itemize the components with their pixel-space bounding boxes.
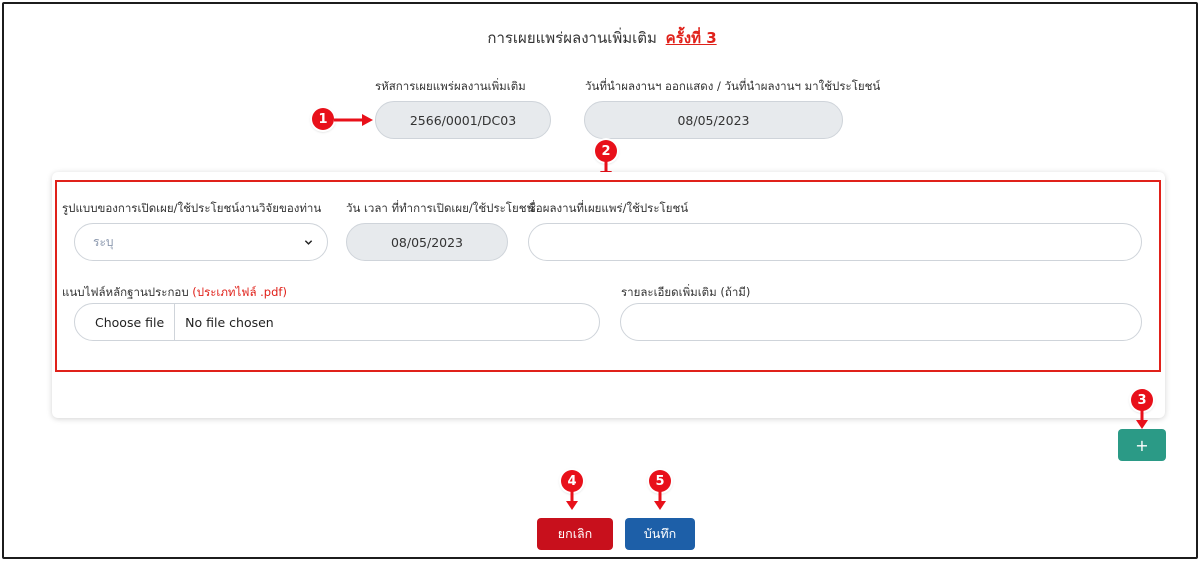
callout-3-arrow-icon (1136, 410, 1148, 429)
add-row-button[interactable]: + (1118, 429, 1166, 461)
details-input[interactable] (620, 303, 1142, 341)
chevron-down-icon (304, 239, 313, 245)
format-select-value: ระบุ (93, 234, 114, 249)
date-label: วันที่นำผลงานฯ ออกแสดง / วันที่นำผลงานฯ … (585, 79, 881, 93)
format-label: รูปแบบของการเปิดเผย/ใช้ประโยชน์งานวิจัยข… (62, 201, 322, 215)
callout-1-arrow-icon (334, 114, 373, 126)
file-status: No file chosen (185, 314, 274, 330)
title-text: การเผยแพร่ผลงานเพิ่มเติม (487, 29, 657, 47)
details-label: รายละเอียดเพิ่มเติม (ถ้ามี) (621, 285, 751, 299)
date-value: 08/05/2023 (677, 112, 750, 128)
work-name-input[interactable] (528, 223, 1142, 261)
work-name-label: ชื่อผลงานที่เผยแพร่/ใช้ประโยชน์ (528, 201, 689, 215)
choose-file-button[interactable]: Choose file (75, 304, 176, 340)
datetime-field: 08/05/2023 (346, 223, 508, 261)
format-select[interactable]: ระบุ (74, 223, 328, 261)
datetime-label: วัน เวลา ที่ทำการเปิดเผย/ใช้ประโยชน์ (346, 201, 535, 215)
datetime-value: 08/05/2023 (390, 234, 464, 250)
callout-4-badge: 4 (561, 470, 583, 492)
attach-label: แนบไฟล์หลักฐานประกอบ (ประเภทไฟล์ .pdf) (62, 284, 287, 302)
callout-1-badge: 1 (312, 108, 334, 130)
round-label: ครั้งที่ 3 (665, 29, 717, 47)
code-label: รหัสการเผยแพร่ผลงานเพิ่มเติม (375, 79, 526, 93)
page-title: การเผยแพร่ผลงานเพิ่มเติม ครั้งที่ 3 (0, 26, 1204, 50)
callout-3-badge: 3 (1131, 389, 1153, 411)
cancel-button[interactable]: ยกเลิก (537, 518, 613, 550)
code-value: 2566/0001/DC03 (409, 112, 517, 128)
callout-5-arrow-icon (654, 491, 666, 510)
callout-2-badge: 2 (595, 140, 617, 162)
callout-4-arrow-icon (566, 491, 578, 510)
date-field: 08/05/2023 (584, 101, 843, 139)
callout-5-badge: 5 (649, 470, 671, 492)
attach-type-note: (ประเภทไฟล์ .pdf) (192, 285, 287, 299)
save-button[interactable]: บันทึก (625, 518, 695, 550)
attach-label-text: แนบไฟล์หลักฐานประกอบ (62, 285, 189, 299)
file-input[interactable]: Choose file No file chosen (74, 303, 600, 341)
code-field: 2566/0001/DC03 (375, 101, 551, 139)
